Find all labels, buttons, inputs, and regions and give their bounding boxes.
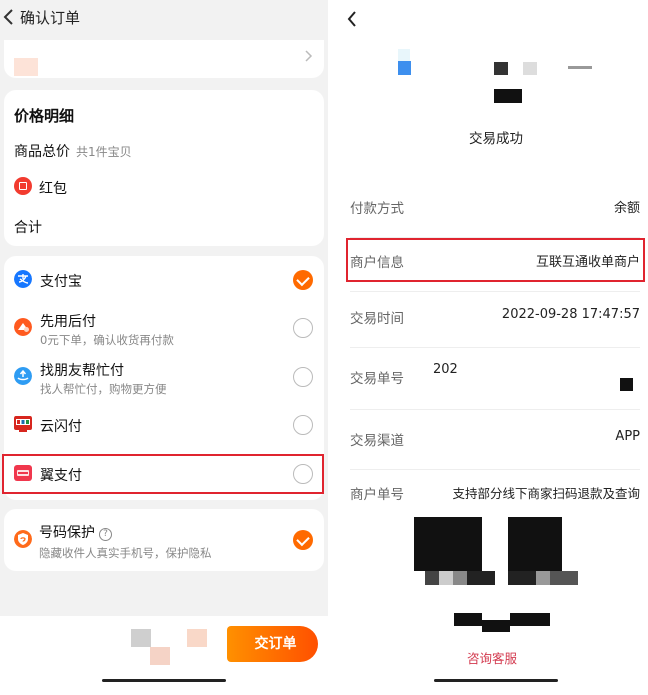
submit-order-button[interactable]: 交订单 <box>227 626 318 662</box>
transaction-status: 交易成功 <box>469 131 523 147</box>
detail-label: 交易单号 <box>350 371 404 387</box>
total-label: 合计 <box>14 220 42 236</box>
redacted-block <box>398 49 410 61</box>
redacted-block <box>494 89 522 103</box>
contact-support-link[interactable]: 咨询客服 <box>328 648 648 667</box>
detail-value: 2022-09-28 17:47:57 <box>501 307 640 322</box>
radio-unselected[interactable] <box>293 415 313 435</box>
alipay-icon <box>14 270 32 288</box>
redacted-block <box>454 613 482 626</box>
payment-label: 找朋友帮忙付 <box>40 363 124 379</box>
redacted-block <box>508 517 562 571</box>
detail-row-transaction-no: 交易单号 202 <box>350 348 640 410</box>
price-detail-title: 价格明细 <box>14 107 75 125</box>
home-indicator <box>434 679 558 682</box>
number-protection-text: 号码保护 <box>39 525 95 541</box>
detail-row-channel: 交易渠道 APP <box>350 410 640 470</box>
redacted-block <box>439 571 453 585</box>
order-confirm-pane: 确认订单 价格明细 商品总价 共1件宝贝 红包 合计 支付宝 先用后付 0元下单，… <box>0 0 328 695</box>
address-card[interactable] <box>4 40 324 78</box>
detail-value: 余额 <box>613 201 640 216</box>
redacted-block <box>508 571 536 585</box>
detail-row-payment-method: 付款方式 余额 <box>350 178 640 238</box>
redacted-block <box>536 571 550 585</box>
detail-value: 支持部分线下商家扫码退款及查询 <box>452 486 640 501</box>
redacted-block <box>425 571 439 585</box>
detail-label: 商户单号 <box>350 487 404 503</box>
detail-value: 202 <box>433 362 458 377</box>
payment-option-pay-later[interactable]: 先用后付 0元下单，确认收货再付款 <box>4 306 324 352</box>
chevron-left-icon[interactable] <box>2 8 16 26</box>
detail-label: 付款方式 <box>350 201 404 217</box>
payment-sub-label: 0元下单，确认收货再付款 <box>40 333 174 347</box>
redacted-block <box>568 66 592 69</box>
radio-unselected[interactable] <box>293 367 313 387</box>
payment-option-quickpass[interactable]: 云闪付 <box>4 403 324 449</box>
payment-label: 先用后付 <box>40 314 96 330</box>
number-protection-checkbox[interactable] <box>293 530 313 550</box>
payment-option-alipay[interactable]: 支付宝 <box>4 258 324 304</box>
highlight-box-bestpay <box>2 454 324 494</box>
redacted-block <box>414 517 468 571</box>
page-title: 确认订单 <box>20 9 81 27</box>
goods-total-label: 商品总价 <box>14 144 70 160</box>
redacted-block <box>468 517 482 571</box>
redacted-block <box>482 620 510 632</box>
pay-later-icon <box>14 318 32 336</box>
highlight-box-merchant-info <box>346 238 645 282</box>
redacted-block <box>467 571 495 585</box>
order-header: 确认订单 <box>0 0 328 34</box>
redacted-block <box>620 378 633 391</box>
detail-label: 交易时间 <box>350 311 404 327</box>
radio-unselected[interactable] <box>293 318 313 338</box>
friend-pay-icon <box>14 367 32 385</box>
goods-total-row: 商品总价 共1件宝贝 <box>14 141 132 161</box>
payment-sub-label: 找人帮忙付，购物更方便 <box>40 382 167 396</box>
number-protection-sub: 隐藏收件人真实手机号，保护隐私 <box>39 546 212 560</box>
payment-label: 云闪付 <box>40 419 82 435</box>
redacted-block <box>453 571 467 585</box>
redacted-block <box>398 61 411 75</box>
chevron-right-icon[interactable] <box>304 49 314 63</box>
red-packet-icon <box>14 177 32 195</box>
radio-selected[interactable] <box>293 270 313 290</box>
screenshot-root: 确认订单 价格明细 商品总价 共1件宝贝 红包 合计 支付宝 先用后付 0元下单，… <box>0 0 648 695</box>
redacted-block <box>14 58 38 76</box>
redacted-block <box>494 62 508 75</box>
redacted-block <box>131 629 151 647</box>
redacted-block <box>150 647 170 665</box>
detail-row-merchant-order-no: 商户单号 支持部分线下商家扫码退款及查询 <box>350 464 640 524</box>
detail-row-transaction-time: 交易时间 2022-09-28 17:47:57 <box>350 288 640 348</box>
redacted-block <box>510 613 550 626</box>
redacted-block <box>187 629 207 647</box>
shield-icon <box>14 530 32 548</box>
chevron-left-icon[interactable] <box>346 10 358 28</box>
detail-label: 交易渠道 <box>350 433 404 449</box>
detail-value: APP <box>615 429 640 444</box>
redacted-block <box>523 62 537 75</box>
redacted-block <box>550 571 578 585</box>
number-protection-label: 号码保护? <box>39 522 112 542</box>
goods-count-label: 共1件宝贝 <box>76 145 132 159</box>
unionpay-quickpass-icon <box>14 416 32 432</box>
payment-option-friend-pay[interactable]: 找朋友帮忙付 找人帮忙付，购物更方便 <box>4 355 324 401</box>
transaction-detail-pane: 交易成功 付款方式 余额 商户信息 互联互通收单商户 交易时间 2022-09-… <box>328 0 648 695</box>
red-packet-label[interactable]: 红包 <box>39 178 67 198</box>
payment-label: 支付宝 <box>40 274 82 290</box>
help-icon[interactable]: ? <box>99 528 112 541</box>
home-indicator <box>102 679 226 682</box>
